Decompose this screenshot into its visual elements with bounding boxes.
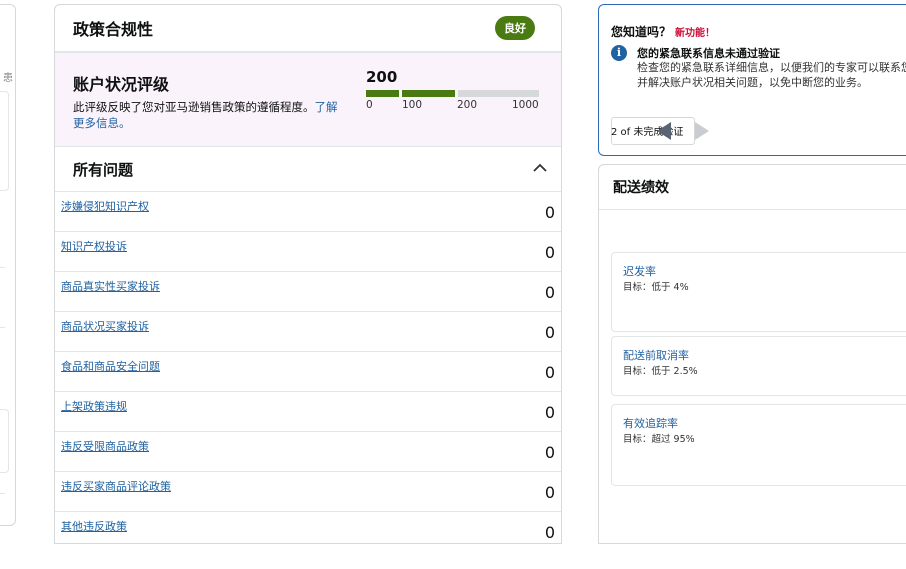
status-badge: 良好 <box>495 16 535 40</box>
pager-text: 2 of 未完成验证 <box>611 127 684 138</box>
issue-count: 0 <box>544 283 555 302</box>
issue-link[interactable]: 上架政策违规 <box>61 398 127 414</box>
policy-title: 政策合规性 <box>73 20 154 39</box>
issue-link[interactable]: 其他违反政策 <box>61 518 127 534</box>
issue-link[interactable]: 商品状况买家投诉 <box>61 318 149 334</box>
rating-bar-segment-1 <box>366 90 399 97</box>
issue-count: 0 <box>544 443 555 462</box>
metric-target: 目标：低于 2.5% <box>623 366 698 377</box>
rating-description: 此评级反映了您对亚马逊销售政策的遵循程度。了解更多信息。 <box>73 99 343 131</box>
issue-count: 0 <box>544 323 555 342</box>
issue-row: 商品真实性买家投诉 0 <box>55 271 561 311</box>
metric-card[interactable]: 有效追踪率 目标：超过 95% <box>611 404 906 486</box>
scale-tick: 0 <box>366 99 373 111</box>
chevron-up-icon[interactable] <box>533 161 547 177</box>
issues-header[interactable]: 所有问题 <box>55 147 561 191</box>
rating-bar-segment-3 <box>458 90 539 97</box>
policy-compliance-panel: 政策合规性 良好 账户状况评级 此评级反映了您对亚马逊销售政策的遵循程度。了解更… <box>54 4 562 544</box>
metric-target: 目标：低于 4% <box>623 282 689 293</box>
divider <box>0 327 5 328</box>
metric-card[interactable]: 迟发率 目标：低于 4% <box>611 252 906 332</box>
issue-row: 涉嫌侵犯知识产权 0 <box>55 191 561 231</box>
message-title: 您的紧急联系信息未通过验证 <box>637 47 780 60</box>
issue-count: 0 <box>544 363 555 382</box>
issue-link[interactable]: 商品真实性买家投诉 <box>61 278 160 294</box>
issue-row: 上架政策违规 0 <box>55 391 561 431</box>
scale-tick: 100 <box>402 99 423 111</box>
issue-count: 0 <box>544 403 555 422</box>
issue-count: 0 <box>544 523 555 542</box>
issue-count: 0 <box>544 203 555 222</box>
account-health-rating: 账户状况评级 此评级反映了您对亚马逊销售政策的遵循程度。了解更多信息。 200 … <box>55 53 561 147</box>
left-panel-box <box>0 409 9 473</box>
did-you-know-panel: 您知道吗？ 新功能！ i 您的紧急联系信息未通过验证 检查您的紧急联系详细信息，以… <box>598 4 906 156</box>
new-feature-label: 新功能！ <box>675 28 716 39</box>
rating-bar <box>366 90 539 97</box>
divider <box>0 493 5 494</box>
issue-count: 0 <box>544 243 555 262</box>
message-body: 检查您的紧急联系详细信息，以便我们的专家可以联系您并解决账户状况相关问题，以免中… <box>637 61 906 89</box>
delivery-performance-panel: 配送绩效 迟发率 目标：低于 4% 配送前取消率 目标：低于 2.5% 有效追踪… <box>598 164 906 544</box>
issue-row: 食品和商品安全问题 0 <box>55 351 561 391</box>
issues-list: 涉嫌侵犯知识产权 0 知识产权投诉 0 商品真实性买家投诉 0 商品状况买家投诉 0 食… <box>55 191 561 543</box>
issue-link[interactable]: 违反买家商品评论政策 <box>61 478 171 494</box>
scale-tick: 200 <box>457 99 478 111</box>
metric-name[interactable]: 配送前取消率 <box>623 347 689 363</box>
metric-name[interactable]: 迟发率 <box>623 263 656 279</box>
issue-row: 商品状况买家投诉 0 <box>55 311 561 351</box>
info-icon: i <box>611 45 627 61</box>
rating-title: 账户状况评级 <box>73 75 170 94</box>
issue-row: 违反买家商品评论政策 0 <box>55 471 561 511</box>
issue-row: 违反受限商品政策 0 <box>55 431 561 471</box>
metric-target: 目标：超过 95% <box>623 434 695 445</box>
metric-card[interactable]: 配送前取消率 目标：低于 2.5% <box>611 336 906 396</box>
delivery-title: 配送绩效 <box>613 180 669 196</box>
left-panel-fragment: 患 <box>3 73 13 84</box>
issue-row: 知识产权投诉 0 <box>55 231 561 271</box>
issue-row: 其他违反政策 0 <box>55 511 561 543</box>
issues-title: 所有问题 <box>73 160 134 179</box>
arrow-left-icon[interactable] <box>657 122 671 140</box>
policy-header: 政策合规性 良好 <box>55 5 561 53</box>
issue-link[interactable]: 知识产权投诉 <box>61 238 127 254</box>
issue-link[interactable]: 涉嫌侵犯知识产权 <box>61 198 149 214</box>
rating-score: 200 <box>366 68 398 86</box>
metric-name[interactable]: 有效追踪率 <box>623 415 678 431</box>
delivery-header: 配送绩效 <box>599 165 906 210</box>
issue-link[interactable]: 食品和商品安全问题 <box>61 358 160 374</box>
rating-bar-segment-2 <box>402 90 455 97</box>
issue-link[interactable]: 违反受限商品政策 <box>61 438 149 454</box>
did-you-know-title: 您知道吗？ 新功能！ <box>611 23 715 40</box>
did-you-know-title-text: 您知道吗？ <box>611 25 672 39</box>
divider <box>0 267 5 268</box>
issue-count: 0 <box>544 483 555 502</box>
rating-description-text: 此评级反映了您对亚马逊销售政策的遵循程度。 <box>73 100 315 114</box>
left-panel-box <box>0 91 9 191</box>
arrow-right-icon[interactable] <box>695 122 709 140</box>
scale-tick: 1000 <box>512 99 539 111</box>
left-panel-partial: 患 <box>0 4 16 526</box>
